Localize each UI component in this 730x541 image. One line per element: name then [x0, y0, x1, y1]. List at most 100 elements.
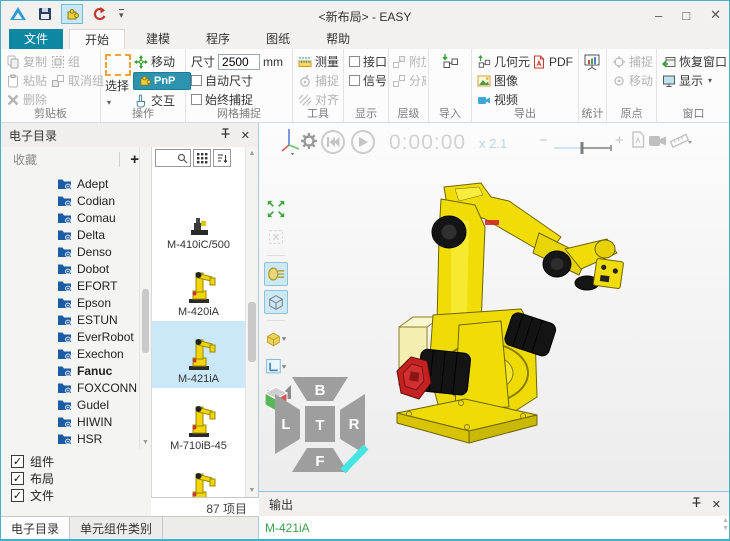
checked-checkbox-icon[interactable]: ✓ [11, 472, 24, 485]
brand-row[interactable]: Gudel [1, 396, 141, 413]
ungroup-button[interactable]: 取消组 [50, 71, 105, 90]
restore-window-button[interactable]: 恢复窗口 [661, 52, 728, 71]
speed-slider[interactable] [553, 141, 615, 160]
panel-close-icon[interactable]: ✕ [241, 129, 250, 142]
statistics-button[interactable] [582, 52, 604, 71]
minimize-button[interactable]: – [655, 8, 662, 23]
view-cube-edge-highlight[interactable] [343, 447, 366, 471]
qat-more-icon[interactable]: ▾ [119, 9, 124, 20]
brand-row[interactable]: Denso [1, 243, 141, 260]
pin-icon[interactable] [691, 497, 702, 511]
speed-minus-button[interactable]: − [539, 132, 548, 149]
pin-icon[interactable] [220, 128, 231, 142]
playback-settings-gear-icon[interactable] [299, 131, 319, 156]
checked-checkbox-icon[interactable]: ✓ [11, 455, 24, 468]
viewport-3d[interactable]: 0:00:00 x 2.1 − + [259, 123, 730, 491]
signal-checkbox[interactable]: 信号 [348, 71, 386, 90]
filter-row[interactable]: ✓ 布局 [11, 470, 141, 487]
filter-row[interactable]: ✓ 组件 [11, 453, 141, 470]
tab-cell-component-category[interactable]: 单元组件类别 [70, 517, 163, 541]
scroll-down-icon[interactable]: ▼ [140, 439, 151, 446]
auto-size-checkbox[interactable]: 自动尺寸 [190, 71, 290, 90]
undo-icon[interactable] [88, 4, 110, 24]
model-item[interactable]: M-710iB-45 [152, 388, 245, 455]
origin-move-button[interactable]: 移动 [611, 71, 654, 90]
brand-row[interactable]: FOXCONN [1, 379, 141, 396]
menu-tab-图纸[interactable]: 图纸 [251, 29, 305, 49]
brand-row[interactable]: Codian [1, 192, 141, 209]
interface-checkbox[interactable]: 接口 [348, 52, 386, 71]
speed-plus-button[interactable]: + [615, 132, 624, 149]
export-image-button[interactable]: 图像 [476, 71, 576, 90]
brand-row[interactable]: EFORT [1, 277, 141, 294]
filter-row[interactable]: ✓ 文件 [11, 487, 141, 504]
export-pdf-button[interactable]: PDF [531, 52, 574, 71]
model-item[interactable]: M-420iA [152, 254, 245, 321]
menu-tab-开始[interactable]: 开始 [69, 29, 125, 49]
tab-catalog[interactable]: 电子目录 [1, 517, 70, 541]
group-button[interactable]: 组 [50, 52, 105, 71]
measure-overlay-icon[interactable] [669, 131, 693, 153]
brand-scrollbar[interactable]: ▼ [139, 147, 151, 449]
brand-row[interactable]: Fanuc [1, 362, 141, 379]
menu-tab-程序[interactable]: 程序 [191, 29, 245, 49]
sort-button[interactable] [213, 149, 231, 167]
record-video-icon[interactable] [649, 134, 667, 152]
play-button[interactable] [351, 130, 375, 154]
projection-toggle-button[interactable] [264, 262, 288, 286]
model-item[interactable]: M-421iA [152, 321, 245, 388]
move-button[interactable]: 移动 [133, 52, 191, 71]
brand-row[interactable]: HIWIN [1, 413, 141, 430]
measure-button[interactable]: 测量 [297, 52, 341, 71]
paste-button[interactable]: 粘贴 [5, 71, 48, 90]
copy-button[interactable]: 复制 [5, 52, 48, 71]
brand-row[interactable]: Adept [1, 175, 141, 192]
rewind-button[interactable] [321, 130, 345, 154]
brand-row[interactable]: HSR [1, 430, 141, 447]
zoom-fit-all-button[interactable] [264, 197, 288, 221]
view-cube-toggle-button[interactable] [264, 290, 288, 314]
menu-tab-建模[interactable]: 建模 [131, 29, 185, 49]
brand-row[interactable]: Epson [1, 294, 141, 311]
robot-model[interactable] [389, 175, 729, 470]
menu-tab-帮助[interactable]: 帮助 [311, 29, 365, 49]
panel-close-icon[interactable]: ✕ [712, 498, 721, 511]
zoom-fit-selected-button[interactable] [264, 225, 288, 249]
detach-button[interactable]: 分离 [391, 71, 426, 90]
grid-size-input[interactable] [218, 54, 260, 70]
origin-snap-button[interactable]: 捕捉 [611, 52, 654, 71]
attach-button[interactable]: 附加 [391, 52, 426, 71]
view-cube[interactable]: B L T R F [271, 373, 369, 482]
scrollbar-thumb[interactable] [248, 302, 256, 362]
scroll-down-icon[interactable]: ▼ [246, 487, 258, 494]
brand-row[interactable]: Delta [1, 226, 141, 243]
model-scrollbar[interactable]: ▲ ▼ [245, 147, 258, 497]
scroll-up-icon[interactable]: ▲ [246, 150, 258, 157]
output-scrollbar[interactable]: ▲ ▼ [722, 517, 729, 533]
brand-row[interactable]: Exechon [1, 345, 141, 362]
select-button[interactable]: 选择▾ [105, 52, 131, 110]
model-item[interactable]: M-410iC/500 [152, 187, 245, 254]
add-favorite-button[interactable]: + [119, 152, 139, 167]
search-input[interactable] [155, 149, 191, 167]
scrollbar-thumb[interactable] [142, 289, 149, 353]
maximize-button[interactable]: □ [682, 8, 690, 23]
grid-view-button[interactable] [193, 149, 211, 167]
orientation-box-button[interactable] [264, 327, 288, 351]
save-icon[interactable] [34, 4, 56, 24]
brand-row[interactable]: Comau [1, 209, 141, 226]
close-button[interactable]: ✕ [710, 7, 721, 23]
pnp-button[interactable]: PnP [133, 72, 191, 90]
snap-button[interactable]: 捕捉 [297, 71, 341, 90]
brand-row[interactable]: Dobot [1, 260, 141, 277]
export-geometry-button[interactable]: 几何元 [476, 52, 531, 71]
checked-checkbox-icon[interactable]: ✓ [11, 489, 24, 502]
menu-tab-文件[interactable]: 文件 [9, 29, 63, 49]
scroll-down-icon[interactable]: ▼ [722, 525, 729, 533]
pnp-quick-icon[interactable] [61, 4, 83, 24]
scroll-up-icon[interactable]: ▲ [722, 517, 729, 525]
export-pdf-3d-icon[interactable] [631, 131, 645, 153]
brand-row[interactable]: ESTUN [1, 311, 141, 328]
import-geometry-button[interactable] [433, 52, 469, 71]
brand-row[interactable]: EverRobot [1, 328, 141, 345]
